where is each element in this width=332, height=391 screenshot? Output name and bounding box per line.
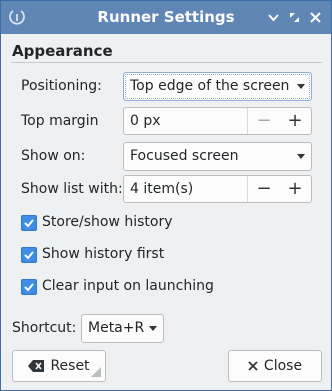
top-margin-spinbox[interactable]: 0 px − + bbox=[123, 107, 312, 135]
history-first-label: Show history first bbox=[42, 246, 165, 262]
appearance-heading: Appearance bbox=[12, 42, 113, 60]
shortcut-value: Meta+R bbox=[88, 320, 145, 336]
clear-input-checkbox[interactable] bbox=[21, 279, 37, 295]
show-on-combo[interactable]: Focused screen bbox=[123, 142, 312, 171]
title-bar[interactable]: Runner Settings bbox=[1, 1, 331, 34]
close-icon bbox=[248, 361, 258, 371]
history-first-checkbox[interactable] bbox=[21, 247, 37, 263]
checkmark-icon bbox=[24, 219, 34, 228]
positioning-value: Top edge of the screen bbox=[130, 78, 290, 94]
store-history-checkbox[interactable] bbox=[21, 215, 37, 231]
top-margin-label: Top margin bbox=[21, 113, 99, 129]
backspace-icon bbox=[28, 360, 45, 372]
close-icon bbox=[310, 12, 321, 23]
checkmark-icon bbox=[24, 283, 34, 292]
show-on-value: Focused screen bbox=[130, 148, 239, 164]
chevron-down-icon bbox=[149, 326, 157, 331]
close-label: Close bbox=[263, 358, 303, 374]
top-margin-increase-button[interactable]: + bbox=[279, 108, 311, 134]
shortcut-label: Shortcut: bbox=[12, 320, 77, 336]
top-margin-value: 0 px bbox=[130, 113, 161, 129]
close-button[interactable]: Close bbox=[228, 350, 322, 382]
positioning-combo[interactable]: Top edge of the screen bbox=[123, 72, 312, 101]
minimize-button[interactable] bbox=[265, 9, 282, 26]
checkmark-icon bbox=[24, 251, 34, 260]
show-on-label: Show on: bbox=[21, 148, 86, 164]
show-list-with-spinbox[interactable]: 4 item(s) − + bbox=[123, 175, 312, 203]
corner-marker-icon bbox=[91, 367, 101, 377]
chevron-down-icon bbox=[297, 84, 305, 89]
show-list-with-label: Show list with: bbox=[21, 181, 123, 197]
maximize-button[interactable] bbox=[286, 9, 303, 26]
runner-settings-window: Runner Settings Appearance Positioning: … bbox=[0, 0, 332, 391]
close-window-button[interactable] bbox=[307, 9, 324, 26]
store-history-label: Store/show history bbox=[42, 214, 173, 230]
shortcut-combo[interactable]: Meta+R bbox=[81, 314, 164, 343]
show-list-decrease-button[interactable]: − bbox=[248, 176, 280, 202]
chevron-down-icon bbox=[268, 14, 279, 22]
chevron-down-icon bbox=[297, 154, 305, 159]
top-margin-decrease-button[interactable]: − bbox=[248, 108, 280, 134]
clear-input-label: Clear input on launching bbox=[42, 278, 214, 294]
show-list-increase-button[interactable]: + bbox=[279, 176, 311, 202]
reset-label: Reset bbox=[50, 358, 90, 374]
reset-button[interactable]: Reset bbox=[12, 350, 106, 382]
maximize-icon bbox=[290, 13, 299, 22]
positioning-label: Positioning: bbox=[21, 78, 102, 94]
show-list-with-value: 4 item(s) bbox=[130, 181, 194, 197]
